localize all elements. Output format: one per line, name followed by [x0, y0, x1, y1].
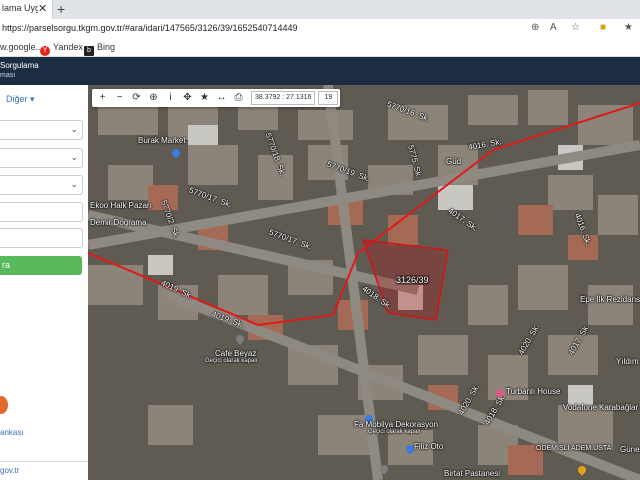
- poi-label[interactable]: Demir Doğrama: [90, 218, 146, 227]
- bank-logo-icon[interactable]: [0, 396, 8, 414]
- chevron-down-icon: ⌄: [70, 124, 78, 134]
- chevron-down-icon: ⌄: [70, 152, 78, 162]
- locate-icon[interactable]: ⊕: [145, 89, 162, 107]
- coordinate-readout: 38.3792 : 27.1316: [251, 91, 316, 105]
- favorite-icon[interactable]: ★: [196, 89, 213, 107]
- block-no-input[interactable]: [0, 202, 83, 222]
- zoom-in-button[interactable]: +: [94, 89, 111, 107]
- province-select[interactable]: ⌄: [0, 120, 83, 140]
- poi-status: Geçici olarak kapalı: [205, 358, 258, 364]
- zoom-out-button[interactable]: −: [111, 89, 128, 107]
- url-text[interactable]: https://parselsorgu.tkgm.gov.tr/#ara/ida…: [2, 23, 298, 33]
- bookmark-google[interactable]: w.google...: [0, 42, 43, 52]
- satellite-map[interactable]: + − ⟳ ⊕ i ✥ ★ ↔ ⎙ 38.3792 : 27.1316 19 5…: [88, 85, 640, 480]
- browser-tab-bar: lama Uygula ✕ +: [0, 0, 640, 19]
- other-menu-dropdown[interactable]: Diğer ▾: [6, 94, 35, 105]
- measure-icon[interactable]: ↔: [213, 89, 230, 107]
- bank-link[interactable]: ankası: [0, 428, 24, 437]
- brand-title: Sorgulama: [0, 61, 39, 70]
- favorite-star-icon[interactable]: ☆: [571, 22, 580, 33]
- info-icon[interactable]: i: [162, 89, 179, 107]
- poi-label[interactable]: Güne: [620, 445, 640, 454]
- bookmarks-bar: w.google... Y Yandex b Bing: [0, 38, 640, 57]
- poi-label[interactable]: Burak Market: [138, 136, 186, 145]
- neighborhood-select[interactable]: ⌄: [0, 175, 83, 195]
- poi-label[interactable]: Cafe Beyaz: [215, 349, 256, 358]
- poi-label[interactable]: Filiz Oto: [414, 442, 443, 451]
- poi-label[interactable]: Epe İlk Rezidans: [580, 295, 640, 304]
- zoom-level: 19: [318, 91, 339, 105]
- new-tab-button[interactable]: +: [57, 1, 65, 17]
- poi-label[interactable]: Yıldım: [616, 357, 639, 366]
- close-tab-icon[interactable]: ✕: [38, 2, 47, 15]
- gov-link[interactable]: gov.tr: [0, 466, 19, 475]
- address-bar[interactable]: https://parselsorgu.tkgm.gov.tr/#ara/ida…: [0, 19, 640, 39]
- site-header: Sorgulama ması: [0, 57, 640, 85]
- yandex-icon: Y: [40, 46, 50, 56]
- district-select[interactable]: ⌄: [0, 148, 83, 168]
- poi-label[interactable]: Birtat Pastanesi: [444, 469, 500, 478]
- reader-view-icon[interactable]: ⊕: [531, 22, 539, 33]
- poi-label[interactable]: Ekoo Halk Pazarı: [90, 201, 152, 210]
- brand-subtitle: ması: [0, 72, 16, 79]
- favorites-bar-icon[interactable]: ★: [624, 22, 633, 33]
- bookmark-bing[interactable]: b Bing: [84, 42, 115, 56]
- chevron-down-icon: ⌄: [70, 179, 78, 189]
- poi-label[interactable]: ÖDEMİŞLİ ADEM USTA: [536, 445, 611, 452]
- tab-title: lama Uygula: [2, 3, 38, 13]
- sidebar-footer: gov.tr: [0, 461, 88, 475]
- map-toolbar: + − ⟳ ⊕ i ✥ ★ ↔ ⎙ 38.3792 : 27.1316 19: [92, 89, 341, 107]
- poi-status: Geçici olarak kapalı: [368, 429, 421, 435]
- refresh-icon[interactable]: ⟳: [128, 89, 145, 107]
- bing-icon: b: [84, 46, 94, 56]
- read-aloud-icon[interactable]: A: [550, 22, 557, 33]
- poi-label[interactable]: Fa Mobilya Dekorasyon: [354, 420, 438, 429]
- bookmark-yandex[interactable]: Y Yandex: [40, 42, 83, 56]
- poi-label[interactable]: Turbanlı House: [506, 387, 560, 396]
- parcel-no-input[interactable]: [0, 228, 83, 248]
- print-icon[interactable]: ⎙: [230, 89, 247, 107]
- browser-tab[interactable]: lama Uygula ✕: [0, 0, 53, 19]
- parcel-label: 3126/39: [396, 275, 429, 285]
- search-button[interactable]: ra: [0, 256, 82, 275]
- poi-label[interactable]: Güd: [446, 157, 461, 166]
- query-sidebar: Diğer ▾ ⌄ ⌄ ⌄ ra ankası gov.tr: [0, 85, 89, 480]
- pan-icon[interactable]: ✥: [179, 89, 196, 107]
- poi-label[interactable]: Vodafone Karabağlar: [563, 403, 638, 412]
- collections-icon[interactable]: ■: [600, 22, 606, 33]
